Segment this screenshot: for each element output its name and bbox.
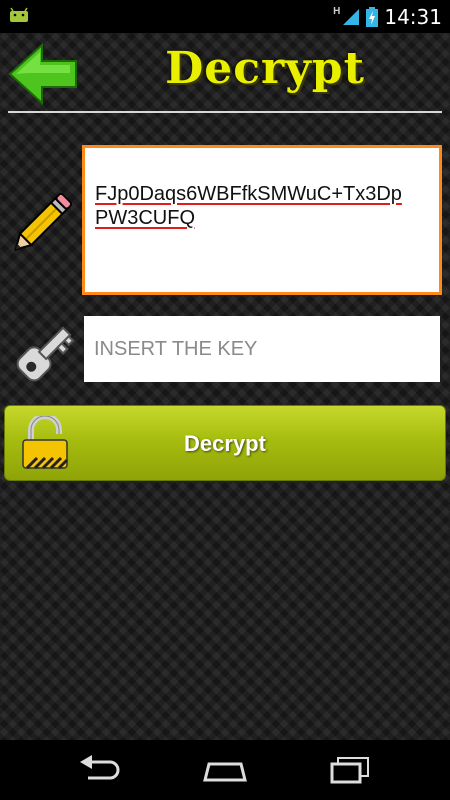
cipher-text-line: FJp0Daqs6WBFfkSMWuC+Tx3Dp: [95, 183, 402, 205]
navigation-bar: [0, 740, 450, 800]
key-icon: [16, 326, 75, 382]
clock: 14:31: [384, 4, 442, 29]
header-divider: [8, 111, 442, 113]
signal-icon: [343, 8, 360, 25]
screen: H 14:31 Decrypt FJp0Daqs6WBFfkSMWuC+Tx3D…: [0, 0, 450, 800]
cipher-text-line: PW3CUFQ: [95, 207, 195, 229]
page-title: Decrypt: [165, 43, 365, 94]
battery-charging-icon: [366, 6, 379, 27]
pencil-icon: [14, 192, 73, 251]
cipher-text-field[interactable]: FJp0Daqs6WBFfkSMWuC+Tx3Dp PW3CUFQ: [82, 145, 442, 295]
recent-apps-icon[interactable]: [326, 752, 374, 788]
status-bar: H 14:31: [0, 0, 450, 33]
status-icons: H 14:31: [333, 0, 442, 33]
android-icon: [10, 7, 28, 22]
decrypt-button[interactable]: Decrypt: [4, 405, 446, 481]
network-type-label: H: [333, 6, 341, 17]
key-input[interactable]: [84, 316, 440, 382]
back-icon[interactable]: [76, 752, 124, 788]
home-icon[interactable]: [201, 752, 249, 788]
header: Decrypt: [0, 33, 450, 113]
back-arrow-icon[interactable]: [8, 43, 80, 105]
decrypt-button-label: Decrypt: [184, 431, 266, 456]
